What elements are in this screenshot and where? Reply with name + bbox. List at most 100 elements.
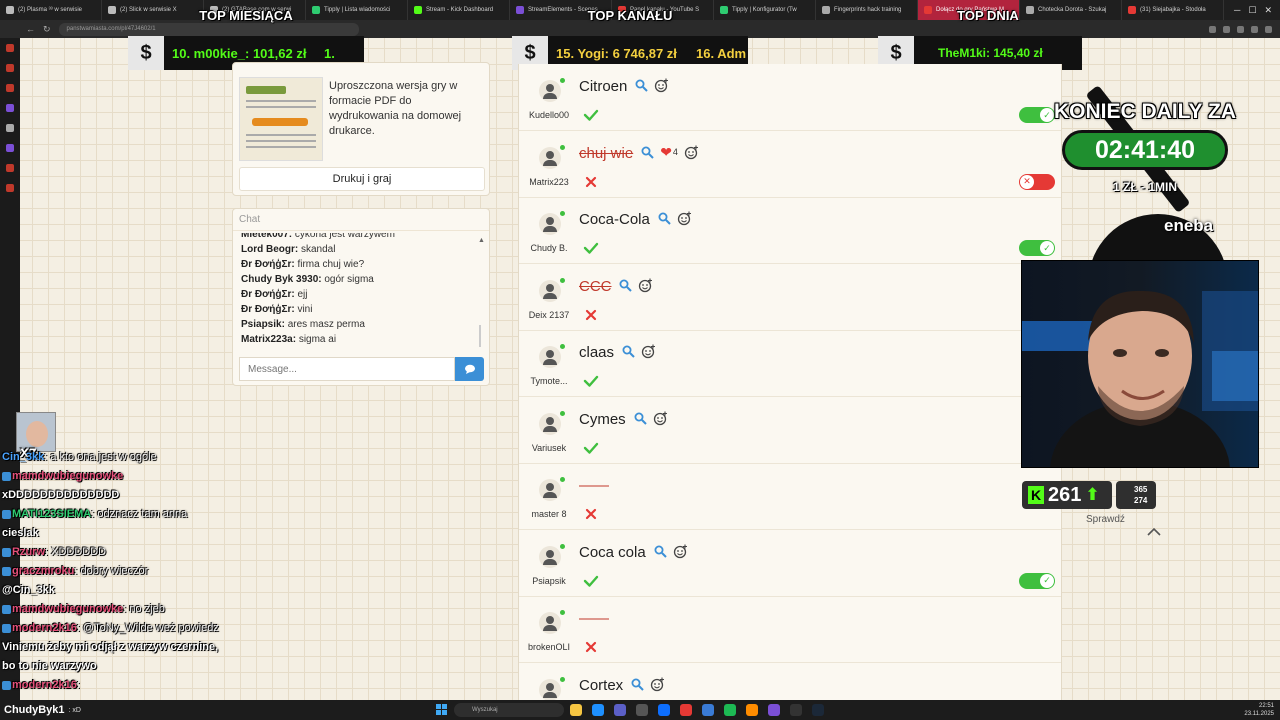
teams-icon[interactable] <box>614 704 626 716</box>
latest-viewer-name: ChudyByk1 <box>4 704 65 716</box>
search-icon[interactable] <box>631 678 644 691</box>
check-link[interactable]: Sprawdź <box>1086 514 1125 525</box>
answer-tools <box>634 411 668 426</box>
browser-tab[interactable]: Stream - Kick Dashboard <box>408 0 510 20</box>
add-reaction-icon[interactable] <box>650 677 665 692</box>
menu-icon[interactable] <box>1265 25 1272 33</box>
stream-chat-user: MATI123SIEMA <box>12 508 92 520</box>
obs-icon[interactable] <box>790 704 802 716</box>
check-icon: ✓ <box>1040 241 1054 255</box>
extension-icon[interactable] <box>1251 25 1258 33</box>
chat-message-input[interactable] <box>239 357 455 381</box>
edge-icon[interactable] <box>592 704 604 716</box>
add-reaction-icon[interactable] <box>684 145 699 160</box>
answer-word: Coca cola <box>579 543 646 561</box>
chat-messages[interactable]: Mietek007: cykoria jest warzywem Lord Beo… <box>241 233 479 351</box>
stream-chat-text: : dobry wieczór <box>74 565 149 577</box>
windows-start-icon[interactable] <box>436 704 447 715</box>
answer-word: Cortex <box>579 676 624 694</box>
reload-icon[interactable]: ↻ <box>43 24 51 35</box>
search-icon[interactable] <box>641 146 654 159</box>
chat-header: Chat <box>233 209 489 231</box>
browser-tab[interactable]: (31) Siejabajka - Stodoła <box>1122 0 1224 20</box>
cross-icon <box>585 508 597 520</box>
stream-chat-line: MATI123SIEMA: odznacz tam anna <box>2 505 242 524</box>
check-icon <box>583 375 599 387</box>
answer-word: Cymes <box>579 410 626 428</box>
add-reaction-icon[interactable] <box>654 78 669 93</box>
sidebar-app-icon[interactable] <box>6 144 14 152</box>
player-avatar-icon <box>539 279 561 302</box>
heart-reaction-icon[interactable]: ❤ <box>660 145 672 159</box>
tab-favicon-icon <box>108 6 116 14</box>
browser-tab[interactable]: (2) Plasma ³³ w serwisie <box>0 0 102 20</box>
webcam-feed <box>1021 260 1259 468</box>
player-name: Deix 2137 <box>528 309 570 320</box>
back-icon[interactable]: ← <box>26 24 35 34</box>
answer-validity-toggle[interactable]: ✓ <box>1019 240 1055 256</box>
sidebar-app-icon[interactable] <box>6 184 14 192</box>
search-icon[interactable] <box>634 412 647 425</box>
player-name: master 8 <box>531 509 567 519</box>
sidebar-app-icon[interactable] <box>6 104 14 112</box>
extension-icon[interactable] <box>1209 25 1216 33</box>
opera-icon[interactable] <box>680 704 692 716</box>
extension-icon[interactable] <box>1237 25 1244 33</box>
app-icon[interactable] <box>746 704 758 716</box>
app-icon[interactable] <box>768 704 780 716</box>
chat-text: ares masz perma <box>287 319 365 330</box>
search-icon[interactable] <box>658 212 671 225</box>
sidebar-app-icon[interactable] <box>6 164 14 172</box>
daily-rate: 1 ZŁ - 1MIN <box>1112 180 1177 194</box>
app-icon[interactable] <box>702 704 714 716</box>
player-name: Kudello00 <box>528 110 570 120</box>
dollar-icon: $ <box>128 36 164 70</box>
chat-text: firma chuj wie? <box>297 259 365 270</box>
chat-scrollbar[interactable]: ▲ <box>478 237 485 347</box>
search-icon[interactable] <box>635 79 649 92</box>
sidebar-app-icon[interactable] <box>6 44 14 52</box>
extension-icon[interactable] <box>1223 25 1230 33</box>
chat-username: Psiapsik: <box>241 319 285 330</box>
scrollbar-thumb[interactable] <box>479 325 481 347</box>
send-message-button[interactable] <box>455 357 484 381</box>
chat-message: Mietek007: cykoria jest warzywem <box>241 233 479 242</box>
steam-icon[interactable] <box>812 704 824 716</box>
search-icon[interactable] <box>622 345 635 358</box>
scroll-up-icon[interactable]: ▲ <box>478 237 485 244</box>
chat-badge-icon <box>2 623 11 633</box>
add-reaction-icon[interactable] <box>677 211 692 226</box>
app-icon[interactable] <box>636 704 648 716</box>
add-reaction-icon[interactable] <box>641 344 656 359</box>
answer-row: —— master 8 <box>519 463 1061 530</box>
sidebar-app-icon[interactable] <box>6 64 14 72</box>
system-clock[interactable]: 22:51 23.11.2025 <box>1244 702 1274 718</box>
maximize-icon[interactable]: ☐ <box>1248 5 1256 16</box>
search-icon[interactable] <box>654 545 667 558</box>
add-reaction-icon[interactable] <box>653 411 668 426</box>
arrow-up-icon: ⬆ <box>1085 485 1100 504</box>
sidebar-app-icon[interactable] <box>6 84 14 92</box>
add-reaction-icon[interactable] <box>673 544 688 559</box>
answer-validity-toggle[interactable]: ✓ <box>1019 572 1055 589</box>
daily-countdown: KONIEC DAILY ZA 02:41:40 1 ZŁ - 1MIN <box>1050 96 1240 206</box>
chevron-up-icon[interactable] <box>1145 525 1163 539</box>
print-version-card: Uproszczona wersja gry w formacie PDF do… <box>232 62 490 196</box>
taskbar-search[interactable]: Wyszukaj <box>454 703 564 717</box>
minimize-icon[interactable]: ─ <box>1234 5 1240 16</box>
stream-chat-line: modern2k16: <box>2 676 242 695</box>
answer-row: chuj wie ❤ 4 Matrix223 ✕ <box>519 131 1061 198</box>
online-status-dot <box>560 676 565 682</box>
top-channel-entry: 15. Yogi: 6 746,87 zł <box>556 45 677 61</box>
close-icon[interactable]: ✕ <box>1264 5 1272 16</box>
sidebar-app-icon[interactable] <box>6 124 14 132</box>
online-status-dot <box>560 144 565 150</box>
print-and-play-button[interactable]: Drukuj i graj <box>239 167 485 191</box>
file-explorer-icon[interactable] <box>570 704 582 716</box>
search-icon[interactable] <box>619 279 633 292</box>
add-reaction-icon[interactable] <box>638 278 653 293</box>
vscode-icon[interactable] <box>658 704 670 716</box>
answer-row: Coca-Cola Chudy B. ✓ <box>519 197 1061 264</box>
spotify-icon[interactable] <box>724 704 736 716</box>
latest-viewer-message: : xD <box>68 706 81 714</box>
